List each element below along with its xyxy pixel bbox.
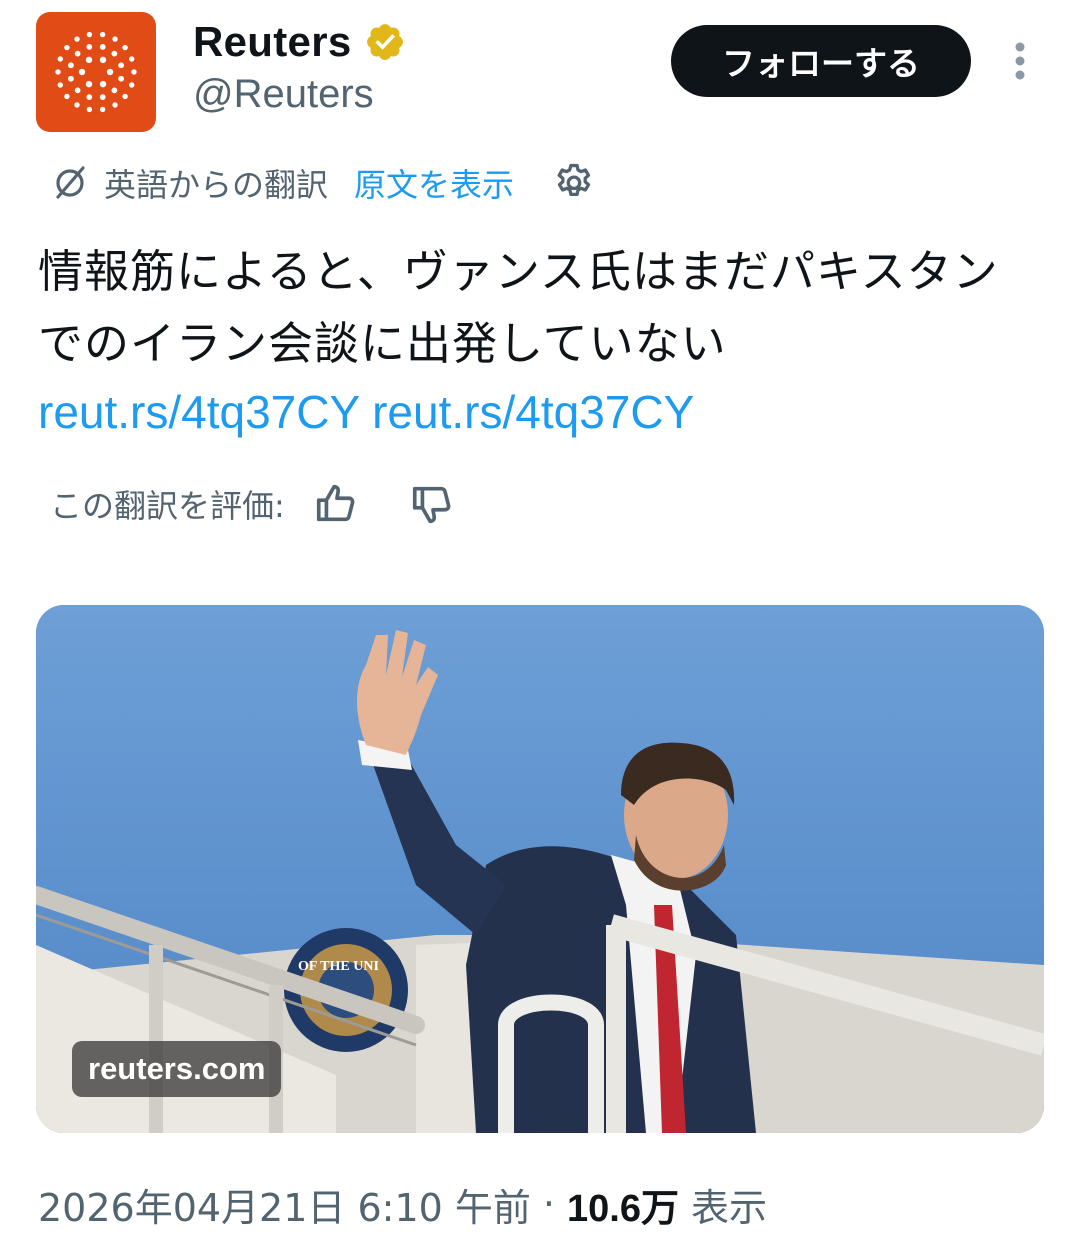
seal-text: OF THE UNI — [298, 959, 379, 974]
reuters-dots-logo-icon — [55, 31, 137, 113]
meta-separator: · — [542, 1182, 555, 1226]
gear-icon[interactable] — [552, 161, 596, 205]
verified-badge-icon — [366, 24, 403, 60]
translated-from-label: 英語からの翻訳 — [104, 166, 329, 204]
thumbs-up-icon[interactable] — [313, 481, 359, 527]
views-count: 10.6万 — [567, 1187, 679, 1230]
show-original-link[interactable]: 原文を表示 — [354, 160, 514, 206]
account-name[interactable]: Reuters — [193, 18, 352, 66]
media-source-badge: reuters.com — [72, 1041, 282, 1097]
tweet-links: reut.rs/4tq37CY reut.rs/4tq37CY — [38, 376, 694, 448]
tweet-text: 情報筋によると、ヴァンス氏はまだパキスタンでのイラン会談に出発していない — [38, 245, 999, 370]
tweet-meta-row: 2026年04月21日 6:10 午前 · 10.6万 表示 — [38, 1176, 767, 1232]
rate-translation-row: この翻訳を評価: — [50, 476, 455, 532]
account-avatar[interactable] — [36, 12, 156, 132]
tweet-media-image[interactable]: OF THE UNI reuters.com — [36, 605, 1044, 1133]
more-options-button[interactable] — [1000, 38, 1040, 84]
tweet-link-1[interactable]: reut.rs/4tq37CY — [38, 386, 359, 438]
tweet-timestamp[interactable]: 2026年04月21日 6:10 午前 — [38, 1177, 531, 1232]
translation-info-row: 英語からの翻訳 原文を表示 — [50, 158, 596, 208]
rate-translation-label: この翻訳を評価: — [50, 487, 285, 525]
thumbs-down-icon[interactable] — [409, 481, 455, 527]
tweet-link-2[interactable]: reut.rs/4tq37CY — [372, 386, 694, 438]
account-handle[interactable]: @Reuters — [193, 72, 374, 117]
translate-slash-icon — [56, 166, 85, 199]
follow-button[interactable]: フォローする — [671, 25, 971, 97]
account-name-row[interactable]: Reuters — [193, 14, 406, 70]
views-label: 表示 — [690, 1185, 767, 1230]
vertical-ellipsis-icon — [1015, 42, 1025, 80]
